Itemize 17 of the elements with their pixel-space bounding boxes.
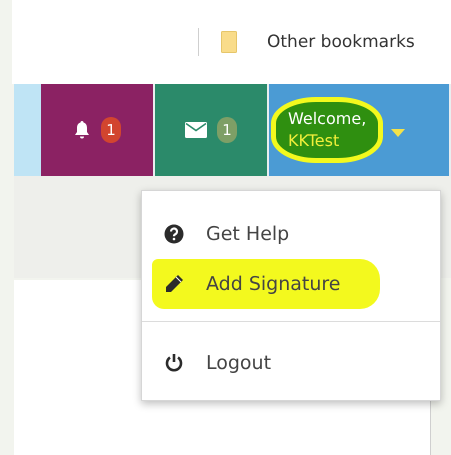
message-count: 1 <box>217 117 237 143</box>
bell-icon <box>73 120 91 140</box>
caret-icon <box>391 129 406 137</box>
notifications-tab[interactable]: 1 <box>41 84 155 176</box>
envelope-icon <box>185 122 207 138</box>
menu-item[interactable]: Add Signature <box>152 259 380 309</box>
user-name: KKTest <box>288 130 340 152</box>
menu-item[interactable]: Logout <box>142 338 440 388</box>
pencil-icon <box>164 274 184 294</box>
help-icon <box>164 224 184 244</box>
notification-count: 1 <box>101 117 121 143</box>
user-menu-toggle[interactable]: Welcome, KKTest <box>269 84 451 176</box>
menu-item[interactable]: Get Help <box>142 209 440 259</box>
welcome-text: Welcome, <box>288 108 366 130</box>
folder-icon <box>221 31 237 53</box>
power-icon <box>164 353 184 373</box>
bookmark-folder[interactable]: Other bookmarks <box>267 32 415 52</box>
